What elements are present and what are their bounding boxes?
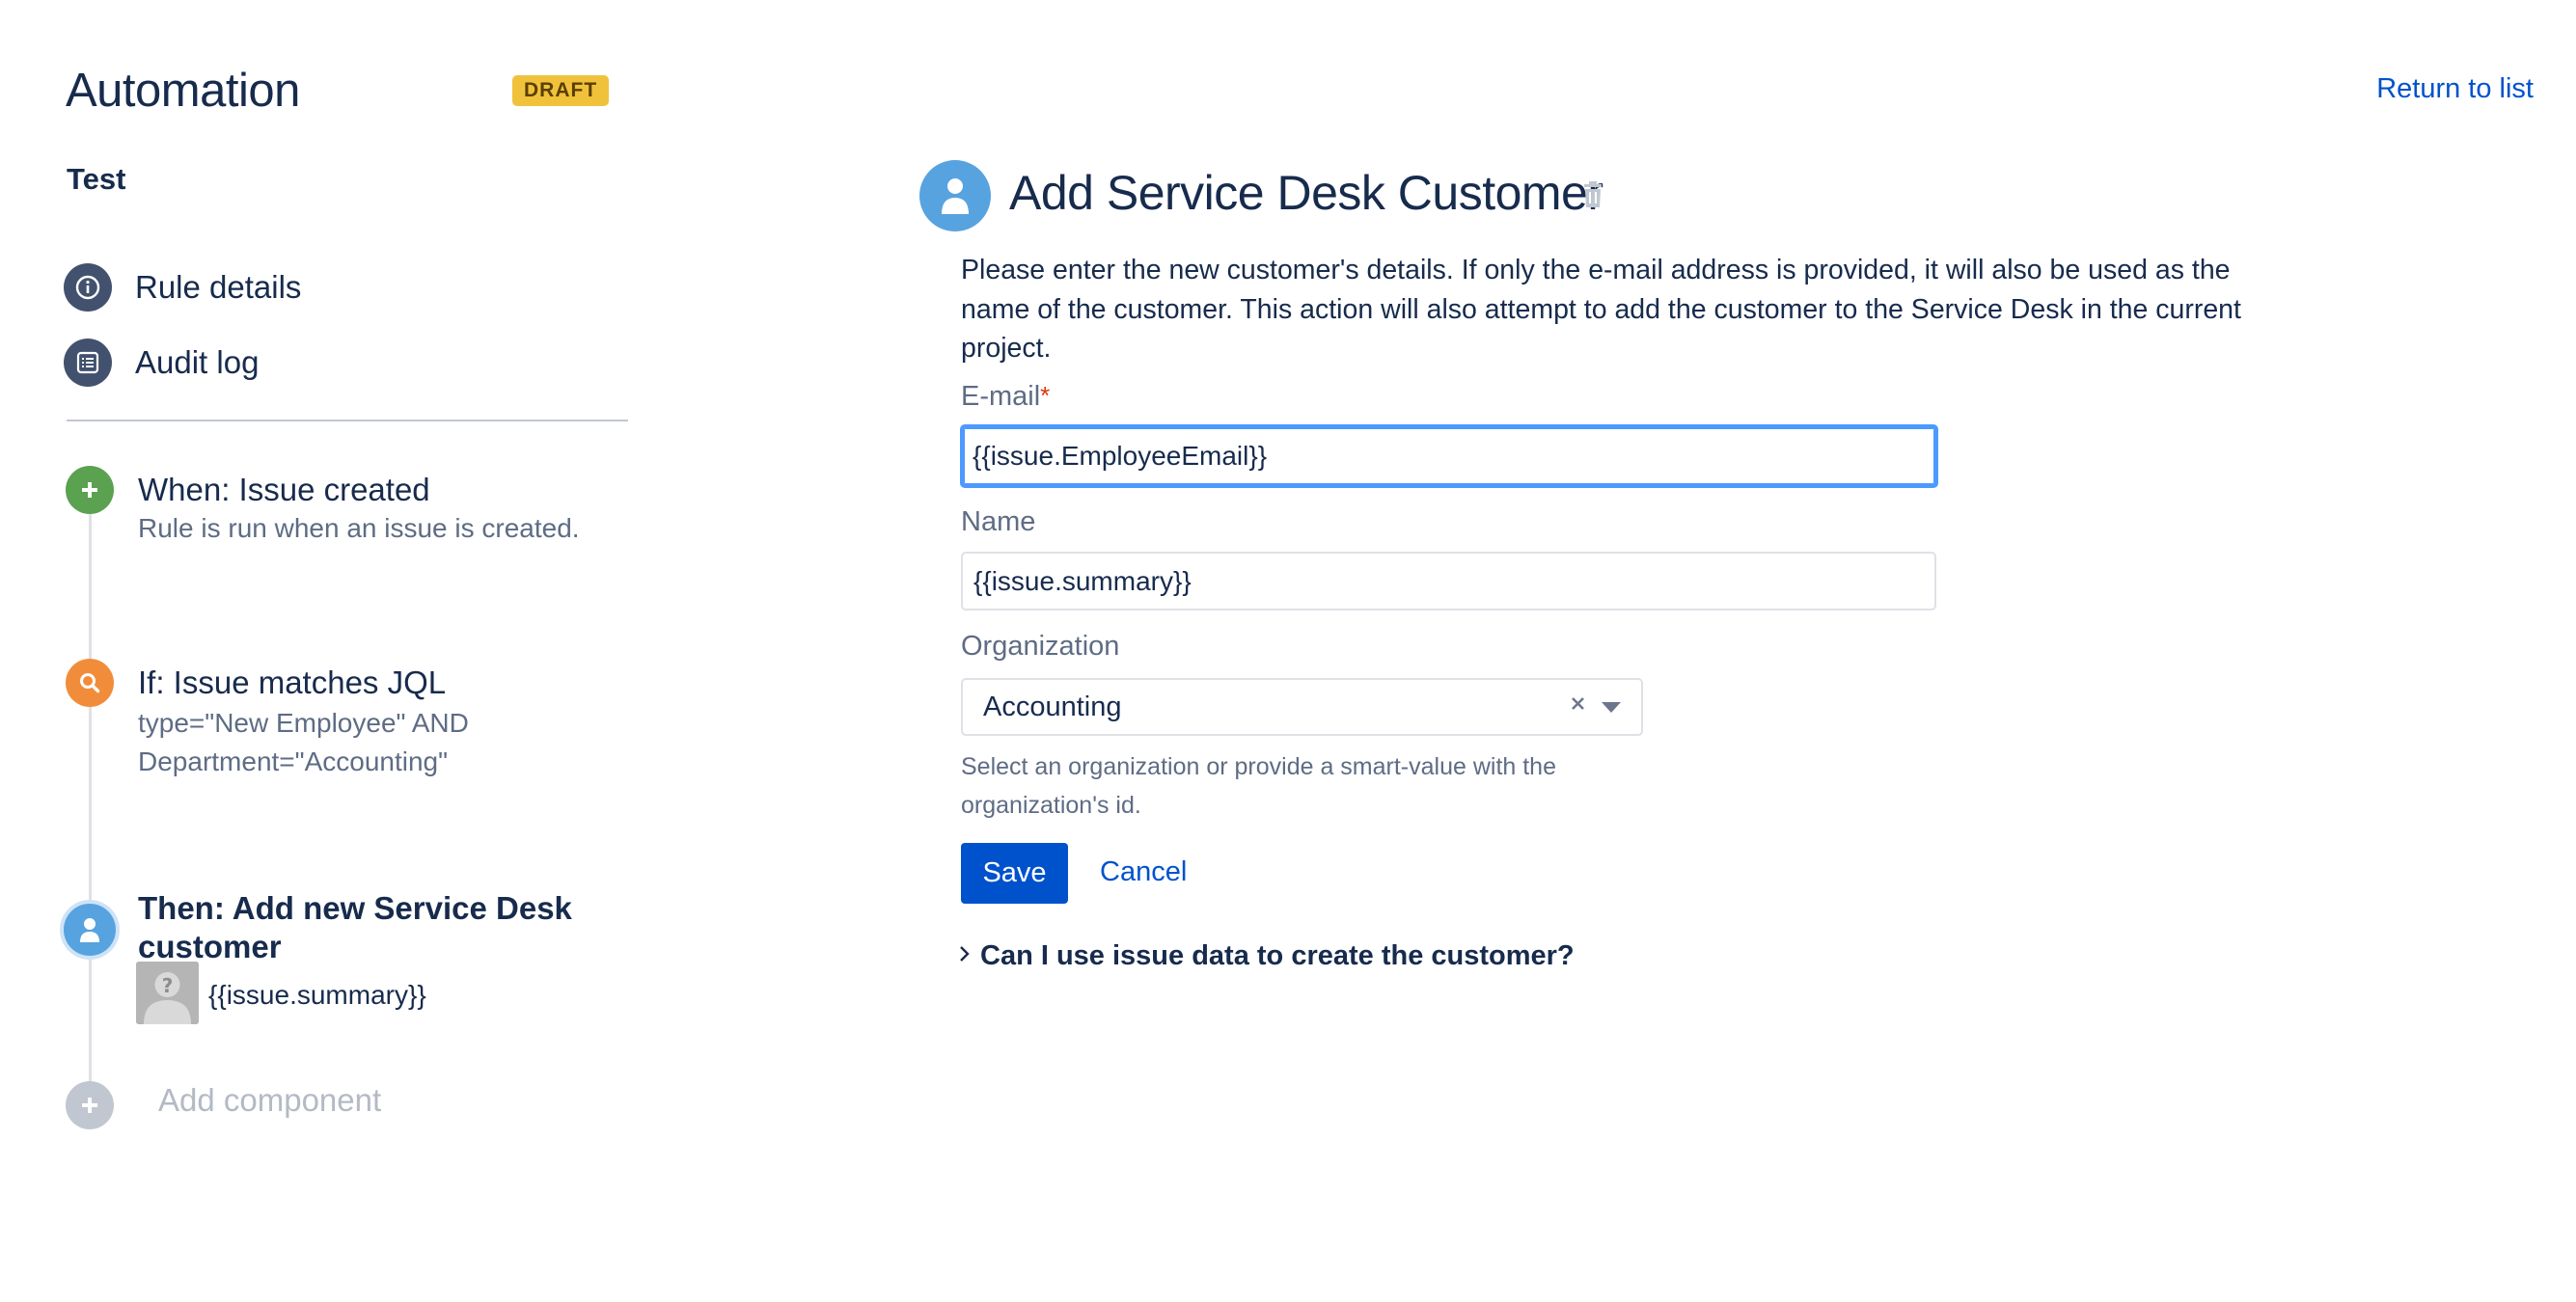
step-title: Then: Add new Service Desk customer [138,890,572,964]
timeline-connector [89,502,92,1099]
step-description-line: type="New Employee" AND [138,708,469,738]
organization-label: Organization [961,631,1120,662]
svg-text:?: ? [162,974,174,997]
rule-step-trigger[interactable]: When: Issue created Rule is run when an … [138,471,580,548]
list-icon [64,339,112,387]
required-indicator: * [1040,381,1051,410]
panel-title: Add Service Desk Customer [1009,166,1603,220]
sidebar-item-audit-log[interactable]: Audit log [64,338,259,388]
faq-expander[interactable]: Can I use issue data to create the custo… [959,940,1575,972]
chevron-down-icon[interactable] [1602,701,1621,719]
person-icon[interactable] [64,904,116,956]
step-value: {{issue.summary}} [208,980,426,1010]
trash-icon[interactable] [1582,181,1603,213]
rule-step-action[interactable]: Then: Add new Service Desk customer [138,889,640,966]
sidebar-divider [67,420,628,421]
name-field[interactable] [961,552,1936,610]
step-title: When: Issue created [138,472,430,507]
rule-step-condition[interactable]: If: Issue matches JQL type="New Employee… [138,664,469,781]
step-description: Rule is run when an issue is created. [138,513,580,543]
email-field[interactable] [960,424,1938,488]
organization-selected-value: Accounting [983,692,1122,722]
info-icon [64,263,112,312]
step-title: If: Issue matches JQL [138,665,447,700]
panel-description: Please enter the new customer's details.… [961,255,2241,364]
organization-help-text: Select an organization or provide a smar… [961,753,1556,819]
clear-icon[interactable] [1568,692,1589,719]
person-icon [919,160,991,231]
faq-label: Can I use issue data to create the custo… [980,940,1575,971]
add-component-icon[interactable] [66,1081,114,1129]
search-icon[interactable] [66,659,114,707]
organization-select[interactable]: Accounting [961,678,1643,736]
sidebar-item-rule-details[interactable]: Rule details [64,262,301,312]
plus-icon[interactable] [66,466,114,514]
sidebar-item-label: Audit log [135,344,260,380]
save-button[interactable]: Save [961,843,1068,904]
step-description-line: Department="Accounting" [138,746,449,776]
return-to-list-link[interactable]: Return to list [2376,73,2534,105]
chevron-right-icon [959,945,971,967]
email-label: E-mail* [961,381,1051,412]
avatar-placeholder-icon: ? [136,962,199,1024]
page-title: Automation [66,65,300,117]
name-label: Name [961,506,1036,537]
add-component-button[interactable]: Add component [158,1082,381,1119]
rule-name: Test [67,162,126,196]
cancel-button[interactable]: Cancel [1100,856,1187,888]
sidebar-item-label: Rule details [135,269,302,305]
draft-badge: DRAFT [512,75,610,106]
